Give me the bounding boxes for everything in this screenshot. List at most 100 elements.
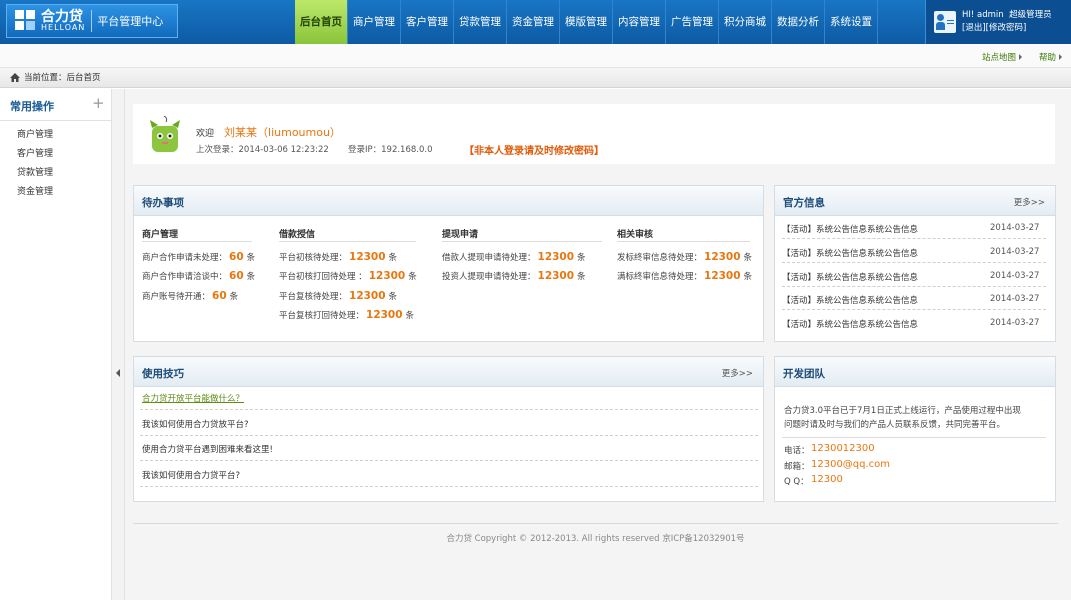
logout-link[interactable]: [退出] [962, 23, 986, 33]
todo-item-unit: 条 [246, 253, 256, 263]
nav-points-mall[interactable]: 积分商城 [719, 0, 772, 44]
official-item[interactable]: 【活动】系统公告信息系统公告信息 [782, 247, 918, 259]
team-title: 开发团队 [783, 368, 825, 380]
todo-item[interactable]: 发标终审信息待处理： 12300 条 [617, 251, 752, 263]
sidebar: 常用操作 + 商户管理 客户管理 贷款管理 资金管理 [0, 89, 112, 600]
nav-loan[interactable]: 贷款管理 [454, 0, 507, 44]
todo-item[interactable]: 投资人提现申请待处理： 12300 条 [442, 270, 586, 282]
todo-item-unit: 条 [229, 291, 239, 302]
team-desc-line1: 合力贷3.0平台已于7月1日正式上线运行，产品使用过程中出现 [784, 406, 1021, 416]
todo-item-count: 12300 [349, 289, 386, 302]
todo-item[interactable]: 平台复核待处理： 12300 条 [279, 290, 397, 302]
todo-item-count: 12300 [349, 251, 386, 263]
user-fullname: 刘某某（liumoumou） [224, 126, 341, 139]
nav-template[interactable]: 模版管理 [560, 0, 613, 44]
user-icon [934, 11, 956, 33]
user-panel: HI! admin 超级管理员 [退出][修改密码] [925, 0, 1071, 44]
system-title: 平台管理中心 [97, 15, 164, 28]
todo-item[interactable]: 借款人提现申请待处理： 12300 条 [442, 251, 586, 263]
sidebar-title: 常用操作 [10, 100, 54, 113]
todo-item[interactable]: 商户合作申请未处理： 60 条 [142, 251, 255, 263]
todo-item-count: 12300 [368, 270, 406, 283]
todo-item[interactable]: 商户账号待开通： 60 条 [142, 290, 238, 302]
sidebar-item-loan[interactable]: 贷款管理 [17, 165, 53, 178]
user-greeting: HI! admin [962, 10, 1004, 20]
sidebar-item-funds[interactable]: 资金管理 [17, 184, 53, 197]
todo-item-label: 发标终审信息待处理： [617, 253, 703, 263]
nav-settings[interactable]: 系统设置 [825, 0, 878, 44]
todo-item[interactable]: 平台初核打回待处理 ： 12300 条 [279, 270, 417, 282]
todo-item[interactable]: 平台初核待处理： 12300 条 [279, 251, 397, 263]
sidebar-item-merchant[interactable]: 商户管理 [17, 127, 53, 140]
nav-analytics[interactable]: 数据分析 [772, 0, 825, 44]
todo-item-count: 12300 [704, 270, 741, 283]
todo-column-header: 提现申请 [442, 230, 479, 240]
tip-item[interactable]: 我该如何使用合力贷平台? [142, 469, 240, 481]
sitemap-link[interactable]: 站点地图 [982, 51, 1022, 63]
todo-item-unit: 条 [743, 272, 753, 283]
brand-name: 合力贷 [41, 9, 83, 25]
todo-item-label: 平台复核打回待处理： [279, 310, 365, 321]
todo-item-label: 商户合作申请洽谈中： [142, 272, 228, 283]
contact-value[interactable]: 12300@qq.com [811, 459, 890, 470]
official-more-link[interactable]: 更多>> [1014, 196, 1045, 208]
nav-funds[interactable]: 资金管理 [507, 0, 560, 44]
list-divider [140, 409, 758, 410]
login-ip: 登录IP：192.168.0.0 [348, 145, 433, 155]
official-item[interactable]: 【活动】系统公告信息系统公告信息 [782, 271, 918, 283]
sidebar-item-customer[interactable]: 客户管理 [17, 146, 53, 159]
change-password-link[interactable]: [修改密码] [986, 23, 1027, 33]
nav-customer[interactable]: 客户管理 [401, 0, 454, 44]
todo-item-label: 投资人提现申请待处理： [442, 272, 536, 283]
official-item-date: 2014-03-27 [990, 270, 1040, 281]
sidebar-add-icon[interactable]: + [92, 94, 105, 112]
nav-ads[interactable]: 广告管理 [666, 0, 719, 44]
official-item-date: 2014-03-27 [990, 246, 1040, 257]
todo-item-unit: 条 [408, 272, 417, 283]
official-item[interactable]: 【活动】系统公告信息系统公告信息 [782, 318, 918, 330]
todo-item-unit: 条 [743, 253, 753, 263]
list-divider [140, 434, 758, 436]
official-item[interactable]: 【活动】系统公告信息系统公告信息 [782, 294, 918, 306]
help-link[interactable]: 帮助 [1039, 51, 1062, 63]
tip-item[interactable]: 合力贷开放平台能做什么？ [142, 392, 244, 404]
todo-item-unit: 条 [246, 272, 256, 283]
todo-item-label: 商户账号待开通： [142, 291, 211, 302]
list-divider [782, 238, 1046, 239]
list-divider [782, 261, 1046, 263]
todo-item[interactable]: 满标终审信息待处理： 12300 条 [617, 270, 752, 282]
tips-more-link[interactable]: 更多>> [722, 367, 753, 379]
sidebar-collapse-toggle[interactable] [112, 89, 125, 600]
security-warning: 【非本人登录请及时修改密码】 [464, 146, 604, 157]
todo-panel: 待办事项 [133, 185, 764, 342]
tip-item[interactable]: 我该如何使用合力贷放平台? [142, 418, 249, 430]
nav-home[interactable]: 后台首页 [295, 0, 348, 44]
todo-header-divider [617, 241, 750, 242]
todo-header-divider [442, 241, 602, 242]
todo-item-unit: 条 [405, 310, 415, 321]
list-divider [782, 309, 1046, 311]
list-divider [140, 485, 758, 487]
list-divider [782, 285, 1046, 287]
nav-content[interactable]: 内容管理 [613, 0, 666, 44]
contact-value[interactable]: 12300 [811, 474, 843, 485]
contact-value[interactable]: 1230012300 [811, 443, 875, 454]
todo-item-count: 12300 [366, 308, 403, 321]
brand-sub: HELLOAN [41, 23, 86, 32]
contact-label: 电话： [784, 446, 810, 456]
team-desc-line2: 问题时请及时与我们的产品人员联系反馈，共同完善平台。 [784, 420, 1006, 430]
todo-column-header: 相关审核 [617, 230, 654, 240]
tip-item[interactable]: 使用合力贷平台遇到困难来看这里! [142, 443, 273, 455]
nav-merchant[interactable]: 商户管理 [348, 0, 401, 44]
todo-item[interactable]: 商户合作申请洽谈中： 60 条 [142, 270, 255, 282]
welcome-label: 欢迎 [196, 129, 215, 139]
user-role: 超级管理员 [1009, 10, 1052, 20]
todo-item-count: 12300 [537, 270, 575, 283]
official-item-date: 2014-03-27 [990, 318, 1040, 329]
todo-item-count: 12300 [704, 251, 741, 263]
official-item[interactable]: 【活动】系统公告信息系统公告信息 [782, 223, 918, 235]
main-nav: 后台首页 商户管理 客户管理 贷款管理 资金管理 模版管理 内容管理 广告管理 … [295, 0, 878, 44]
todo-item[interactable]: 平台复核打回待处理： 12300 条 [279, 309, 414, 321]
last-login: 上次登录：2014-03-06 12:23:22 [196, 145, 329, 155]
brand-logo[interactable]: 合力贷 HELLOAN 平台管理中心 [6, 4, 178, 38]
